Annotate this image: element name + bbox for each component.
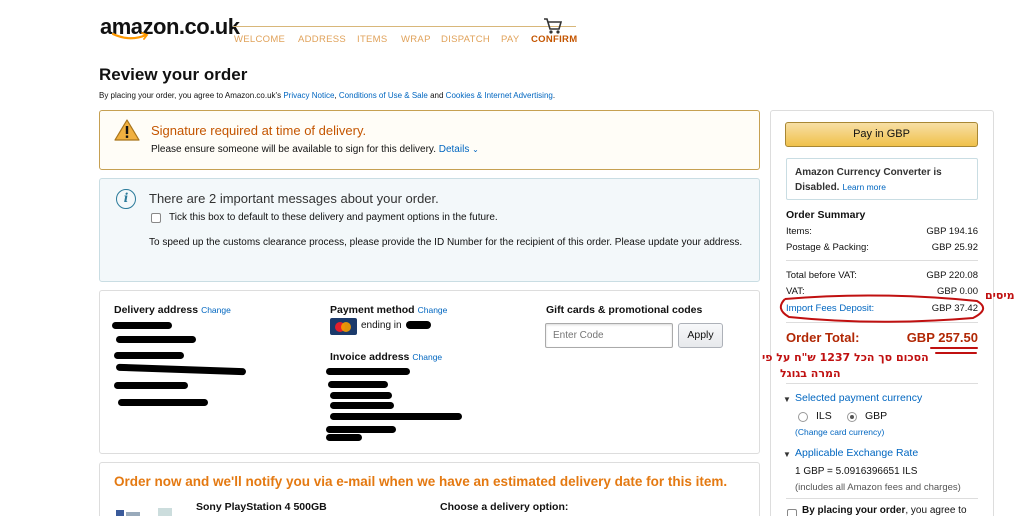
summary-divider xyxy=(786,260,978,261)
currency-converter-text: Amazon Currency Converter is Disabled. Le… xyxy=(795,167,942,193)
place-order-text: By placing your order, you agree to xyxy=(802,505,967,516)
annotation-ellipse xyxy=(779,294,984,323)
redacted-address-line xyxy=(114,382,188,389)
redacted-address-line xyxy=(328,381,388,388)
learn-more-link[interactable]: Learn more xyxy=(842,182,885,192)
total-before-vat-label: Total before VAT: xyxy=(786,270,857,281)
order-summary-title: Order Summary xyxy=(786,209,866,221)
redacted-address-line xyxy=(326,426,396,433)
signature-title: Signature required at time of delivery. xyxy=(151,123,367,138)
signature-alert xyxy=(99,110,760,170)
and-text: and xyxy=(430,91,444,100)
cart-icon xyxy=(544,18,563,34)
cookies-link[interactable]: Cookies & Internet Advertising xyxy=(446,91,553,100)
promo-code-input[interactable] xyxy=(545,323,673,348)
card-ending-text: ending in xyxy=(361,320,402,331)
summary-divider xyxy=(786,498,978,499)
privacy-notice-link[interactable]: Privacy Notice xyxy=(283,91,334,100)
postage-label: Postage & Packing: xyxy=(786,242,869,253)
annotation-taxes: מיסים xyxy=(985,289,1015,302)
redacted-address-line xyxy=(326,368,410,375)
agreement-prefix: By placing your order, you agree to Amaz… xyxy=(99,91,282,100)
signature-text: Please ensure someone will be available … xyxy=(151,144,479,155)
messages-title: There are 2 important messages about you… xyxy=(149,191,439,206)
change-invoice-address-link[interactable]: Change xyxy=(412,352,442,362)
page-title: Review your order xyxy=(99,65,248,84)
gbp-label: GBP xyxy=(865,410,888,422)
redacted-address-line xyxy=(116,336,196,343)
expand-triangle-icon: ▼ xyxy=(783,450,791,459)
conditions-link[interactable]: Conditions of Use & Sale xyxy=(339,91,428,100)
redacted-address-line xyxy=(330,402,394,409)
order-total-value: GBP 257.50 xyxy=(906,330,978,345)
step-confirm: CONFIRM xyxy=(531,34,578,45)
redacted-address-line xyxy=(112,322,172,329)
delivery-address-heading: Delivery address Change xyxy=(114,304,231,316)
agreement-suffix: . xyxy=(552,91,556,100)
default-options-checkbox[interactable] xyxy=(151,213,161,223)
payment-method-heading: Payment method Change xyxy=(330,304,448,316)
redacted-address-line xyxy=(330,413,462,420)
info-icon: i xyxy=(116,189,136,209)
step-pay: PAY xyxy=(501,34,520,45)
step-welcome: WELCOME xyxy=(234,34,286,45)
logo-smile-icon xyxy=(112,32,149,40)
checkout-progress-line xyxy=(233,26,576,27)
signature-description: Please ensure someone will be available … xyxy=(151,144,436,155)
invoice-address-heading: Invoice address Change xyxy=(330,351,443,363)
items-value: GBP 194.16 xyxy=(926,226,978,237)
gbp-radio[interactable] xyxy=(847,412,857,422)
order-total-label: Order Total: xyxy=(786,330,860,345)
change-delivery-address-link[interactable]: Change xyxy=(201,305,231,315)
annotation-total-note-line2: המרה בגוגל xyxy=(780,367,841,380)
product-name[interactable]: Sony PlayStation 4 500GB xyxy=(196,501,327,513)
redacted-address-line xyxy=(118,399,208,406)
choose-delivery-label: Choose a delivery option: xyxy=(440,501,569,513)
redacted-card-number xyxy=(406,321,431,329)
customs-message: To speed up the customs clearance proces… xyxy=(149,237,743,248)
ils-radio[interactable] xyxy=(798,412,808,422)
warning-icon xyxy=(114,119,140,141)
agreement-text: By placing your order, you agree to Amaz… xyxy=(99,91,556,100)
postage-value: GBP 25.92 xyxy=(931,242,978,253)
exchange-rate-note: (includes all Amazon fees and charges) xyxy=(795,482,961,493)
gift-cards-heading: Gift cards & promotional codes xyxy=(546,304,703,316)
annotation-underline xyxy=(935,352,977,354)
change-payment-link[interactable]: Change xyxy=(418,305,448,315)
chevron-down-icon: ⌄ xyxy=(472,145,479,154)
step-address: ADDRESS xyxy=(298,34,347,45)
redacted-address-line xyxy=(114,352,184,359)
default-options-label: Tick this box to default to these delive… xyxy=(169,212,498,223)
place-order-checkbox[interactable] xyxy=(787,509,797,516)
apply-code-button[interactable]: Apply xyxy=(678,323,723,348)
annotation-total-note-line1: הסכום סך הכל 1237 ש"ח על פי xyxy=(762,351,929,364)
annotation-underline xyxy=(930,347,978,349)
items-label: Items: xyxy=(786,226,812,237)
redacted-address-line xyxy=(326,434,362,441)
summary-divider xyxy=(786,383,978,384)
selected-currency-toggle[interactable]: Selected payment currency xyxy=(795,392,922,404)
mastercard-icon xyxy=(330,318,357,335)
change-card-currency-link[interactable]: (Change card currency) xyxy=(795,427,884,437)
expand-triangle-icon: ▼ xyxy=(783,395,791,404)
exchange-rate-value: 1 GBP = 5.0916396651 ILS xyxy=(795,466,918,477)
pay-in-gbp-button[interactable]: Pay in GBP xyxy=(785,122,978,147)
order-notify-text: Order now and we'll notify you via e-mai… xyxy=(114,474,728,489)
product-thumbnail[interactable] xyxy=(114,504,174,516)
step-wrap: WRAP xyxy=(401,34,431,45)
step-dispatch: DISPATCH xyxy=(441,34,491,45)
total-before-vat-value: GBP 220.08 xyxy=(926,270,978,281)
exchange-rate-toggle[interactable]: Applicable Exchange Rate xyxy=(795,447,918,459)
ils-label: ILS xyxy=(816,410,832,422)
step-items: ITEMS xyxy=(357,34,388,45)
redacted-address-line xyxy=(330,392,392,399)
details-link[interactable]: Details ⌄ xyxy=(439,144,479,155)
